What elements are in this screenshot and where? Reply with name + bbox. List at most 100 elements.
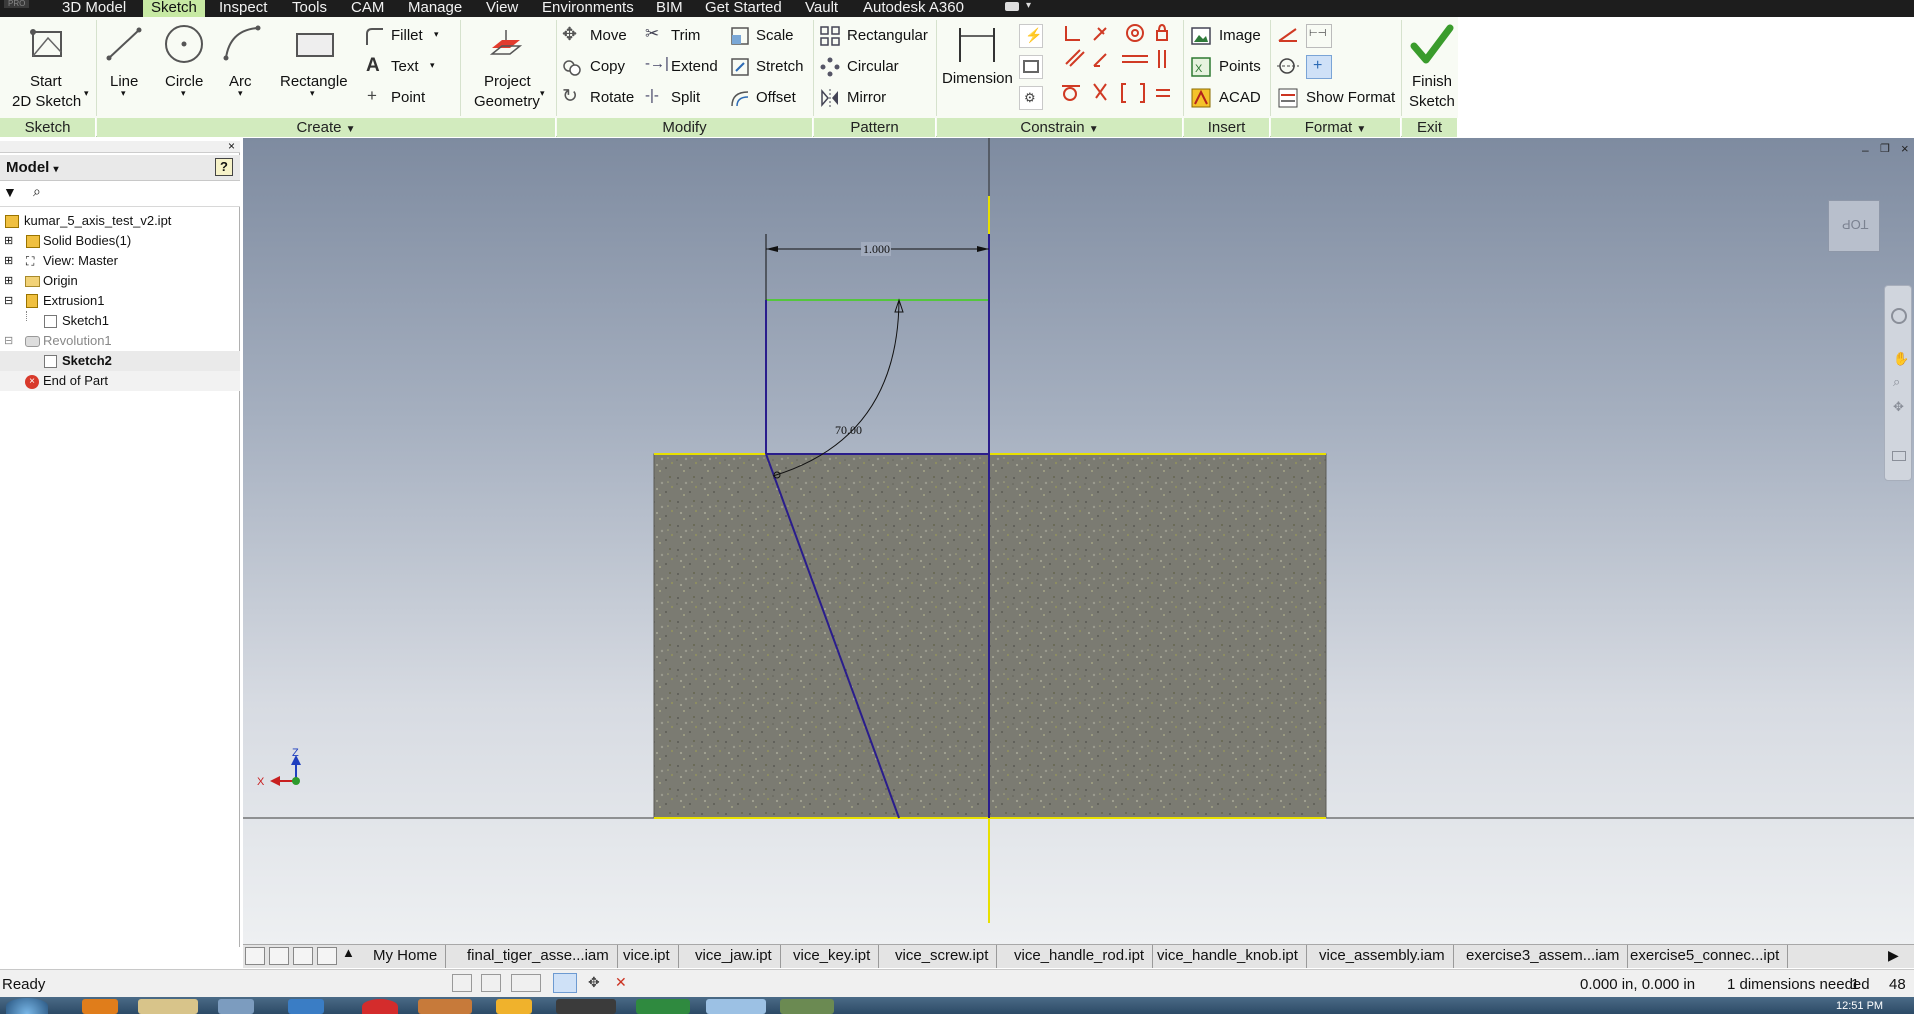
taskbar-app-icon[interactable]: [496, 999, 532, 1014]
split-button[interactable]: -|- Split: [643, 86, 723, 110]
rectangular-pattern-button[interactable]: Rectangular: [818, 24, 938, 48]
doc-tab[interactable]: final_tiger_asse...iam: [459, 945, 618, 968]
dimension-angle[interactable]: 70.00: [835, 423, 862, 437]
doc-tab[interactable]: vice_assembly.iam: [1311, 945, 1454, 968]
steering-wheel-icon[interactable]: [1891, 308, 1907, 324]
project-geometry-button[interactable]: Project Geometry ▾: [466, 20, 550, 116]
arc-button[interactable]: Arc ▾: [220, 20, 268, 116]
tree-item-view-master[interactable]: ⊞ ⛶ View: Master: [0, 251, 240, 271]
minimize-icon[interactable]: –: [1862, 143, 1869, 157]
constraint-inference-icon[interactable]: [481, 974, 501, 992]
finish-sketch-button[interactable]: Finish Sketch: [1405, 20, 1457, 116]
start-orb-icon[interactable]: [6, 998, 48, 1014]
tile-icon[interactable]: [269, 947, 289, 965]
tab-tools[interactable]: Tools: [292, 0, 327, 17]
tree-item-revolution1[interactable]: ⊟ Revolution1: [0, 331, 240, 351]
text-button[interactable]: A Text ▾: [362, 55, 462, 79]
tab-manage[interactable]: Manage: [408, 0, 462, 17]
start-2d-sketch-button[interactable]: Start 2D Sketch ▾: [4, 20, 92, 116]
tile-horizontal-icon[interactable]: [293, 947, 313, 965]
tree-item-end-of-part[interactable]: × End of Part: [0, 371, 240, 391]
taskbar-app-icon[interactable]: [556, 999, 616, 1014]
taskbar-app-icon[interactable]: [288, 999, 324, 1014]
tab-get-started[interactable]: Get Started: [705, 0, 782, 17]
centerline-button[interactable]: [1276, 55, 1302, 79]
tab-sketch[interactable]: Sketch: [143, 0, 205, 17]
tree-item-solid-bodies[interactable]: ⊞ Solid Bodies(1): [0, 231, 240, 251]
taskbar-app-icon[interactable]: [218, 999, 254, 1014]
camera-icon[interactable]: [1005, 2, 1019, 11]
tab-3d-model[interactable]: 3D Model: [62, 0, 126, 17]
tab-bim[interactable]: BIM: [656, 0, 683, 17]
tile-vertical-icon[interactable]: [317, 947, 337, 965]
taskbar-app-icon[interactable]: [780, 999, 834, 1014]
tab-cam[interactable]: CAM: [351, 0, 384, 17]
taskbar-app-icon[interactable]: [706, 999, 766, 1014]
acad-button[interactable]: ACAD: [1189, 86, 1275, 110]
doc-tab[interactable]: vice_handle_knob.ipt: [1149, 945, 1307, 968]
image-button[interactable]: Image: [1189, 24, 1275, 48]
tree-item-part[interactable]: kumar_5_axis_test_v2.ipt: [0, 211, 240, 231]
pan-icon[interactable]: ✋: [1893, 351, 1909, 367]
tab-scroll-right-icon[interactable]: ▶: [1888, 947, 1899, 964]
doc-tab[interactable]: vice.ipt: [615, 945, 679, 968]
point-button[interactable]: + Point: [362, 86, 462, 110]
driven-dimension-button[interactable]: ⊢⊣: [1306, 24, 1332, 48]
relax-mode-icon[interactable]: ✕: [615, 974, 627, 991]
expand-icon[interactable]: ⊞: [4, 271, 13, 291]
look-at-icon[interactable]: [1892, 451, 1906, 461]
taskbar-app-icon[interactable]: [138, 999, 198, 1014]
tree-item-sketch1[interactable]: Sketch1: [0, 311, 240, 331]
doc-tab[interactable]: exercise5_connec...ipt: [1622, 945, 1789, 968]
dimension-button[interactable]: Dimension: [940, 20, 1014, 116]
show-format-button[interactable]: Show Format: [1276, 86, 1396, 110]
filter-icon[interactable]: ▼: [3, 184, 17, 200]
dropdown-arrow-icon[interactable]: ▾: [1026, 0, 1031, 11]
stretch-button[interactable]: Stretch: [728, 55, 808, 79]
expand-icon[interactable]: ⊞: [4, 231, 13, 251]
move-button[interactable]: ✥ Move: [560, 24, 640, 48]
dimension-linear[interactable]: 1.000: [863, 242, 890, 256]
tab-inspect[interactable]: Inspect: [219, 0, 267, 17]
circle-button[interactable]: Circle ▾: [158, 20, 212, 116]
taskbar-app-icon[interactable]: [82, 999, 118, 1014]
close-icon[interactable]: ×: [1901, 141, 1909, 156]
find-icon[interactable]: ⌕: [33, 183, 41, 200]
orbit-icon[interactable]: ✥: [1893, 399, 1904, 415]
app-badge[interactable]: PRO: [4, 0, 30, 8]
doc-tab[interactable]: vice_handle_rod.ipt: [1006, 945, 1154, 968]
center-point-button[interactable]: +: [1306, 55, 1332, 79]
fillet-button[interactable]: Fillet ▾: [362, 24, 462, 48]
auto-dimension-icon[interactable]: ⚡: [1019, 24, 1043, 48]
points-button[interactable]: X Points: [1189, 55, 1275, 79]
taskbar-app-icon[interactable]: [418, 999, 472, 1014]
construction-button[interactable]: [1276, 24, 1302, 48]
tab-up-icon[interactable]: ▲: [342, 945, 355, 960]
help-icon[interactable]: ?: [215, 158, 233, 176]
panel-create[interactable]: Create ▼: [97, 118, 556, 137]
move-dimension-icon[interactable]: ✥: [588, 974, 600, 991]
doc-tab[interactable]: vice_screw.ipt: [887, 945, 998, 968]
extend-button[interactable]: -→| Extend: [643, 55, 723, 79]
collapse-icon[interactable]: ⊟: [4, 291, 13, 311]
panel-constrain[interactable]: Constrain ▼: [937, 118, 1183, 137]
close-icon[interactable]: ×: [228, 139, 235, 153]
tree-item-extrusion1[interactable]: ⊟ Extrusion1: [0, 291, 240, 311]
doc-tab[interactable]: My Home: [365, 945, 447, 968]
constraint-persistence-icon[interactable]: [511, 974, 541, 992]
cascade-icon[interactable]: [245, 947, 265, 965]
doc-tab[interactable]: exercise3_assem...iam: [1458, 945, 1629, 968]
panel-format[interactable]: Format ▼: [1271, 118, 1401, 137]
tab-autodesk-a360[interactable]: Autodesk A360: [863, 0, 964, 17]
tab-vault[interactable]: Vault: [805, 0, 838, 17]
copy-button[interactable]: Copy: [560, 55, 640, 79]
taskbar-app-icon[interactable]: [362, 999, 398, 1014]
trim-button[interactable]: ✂ Trim: [643, 24, 723, 48]
collapse-icon[interactable]: ⊟: [4, 331, 13, 351]
dim-angle-arc[interactable]: [772, 299, 900, 477]
tab-environments[interactable]: Environments: [542, 0, 634, 17]
taskbar-app-icon[interactable]: [636, 999, 690, 1014]
expand-icon[interactable]: ⊞: [4, 251, 13, 271]
tree-item-origin[interactable]: ⊞ Origin: [0, 271, 240, 291]
mirror-button[interactable]: Mirror: [818, 86, 938, 110]
